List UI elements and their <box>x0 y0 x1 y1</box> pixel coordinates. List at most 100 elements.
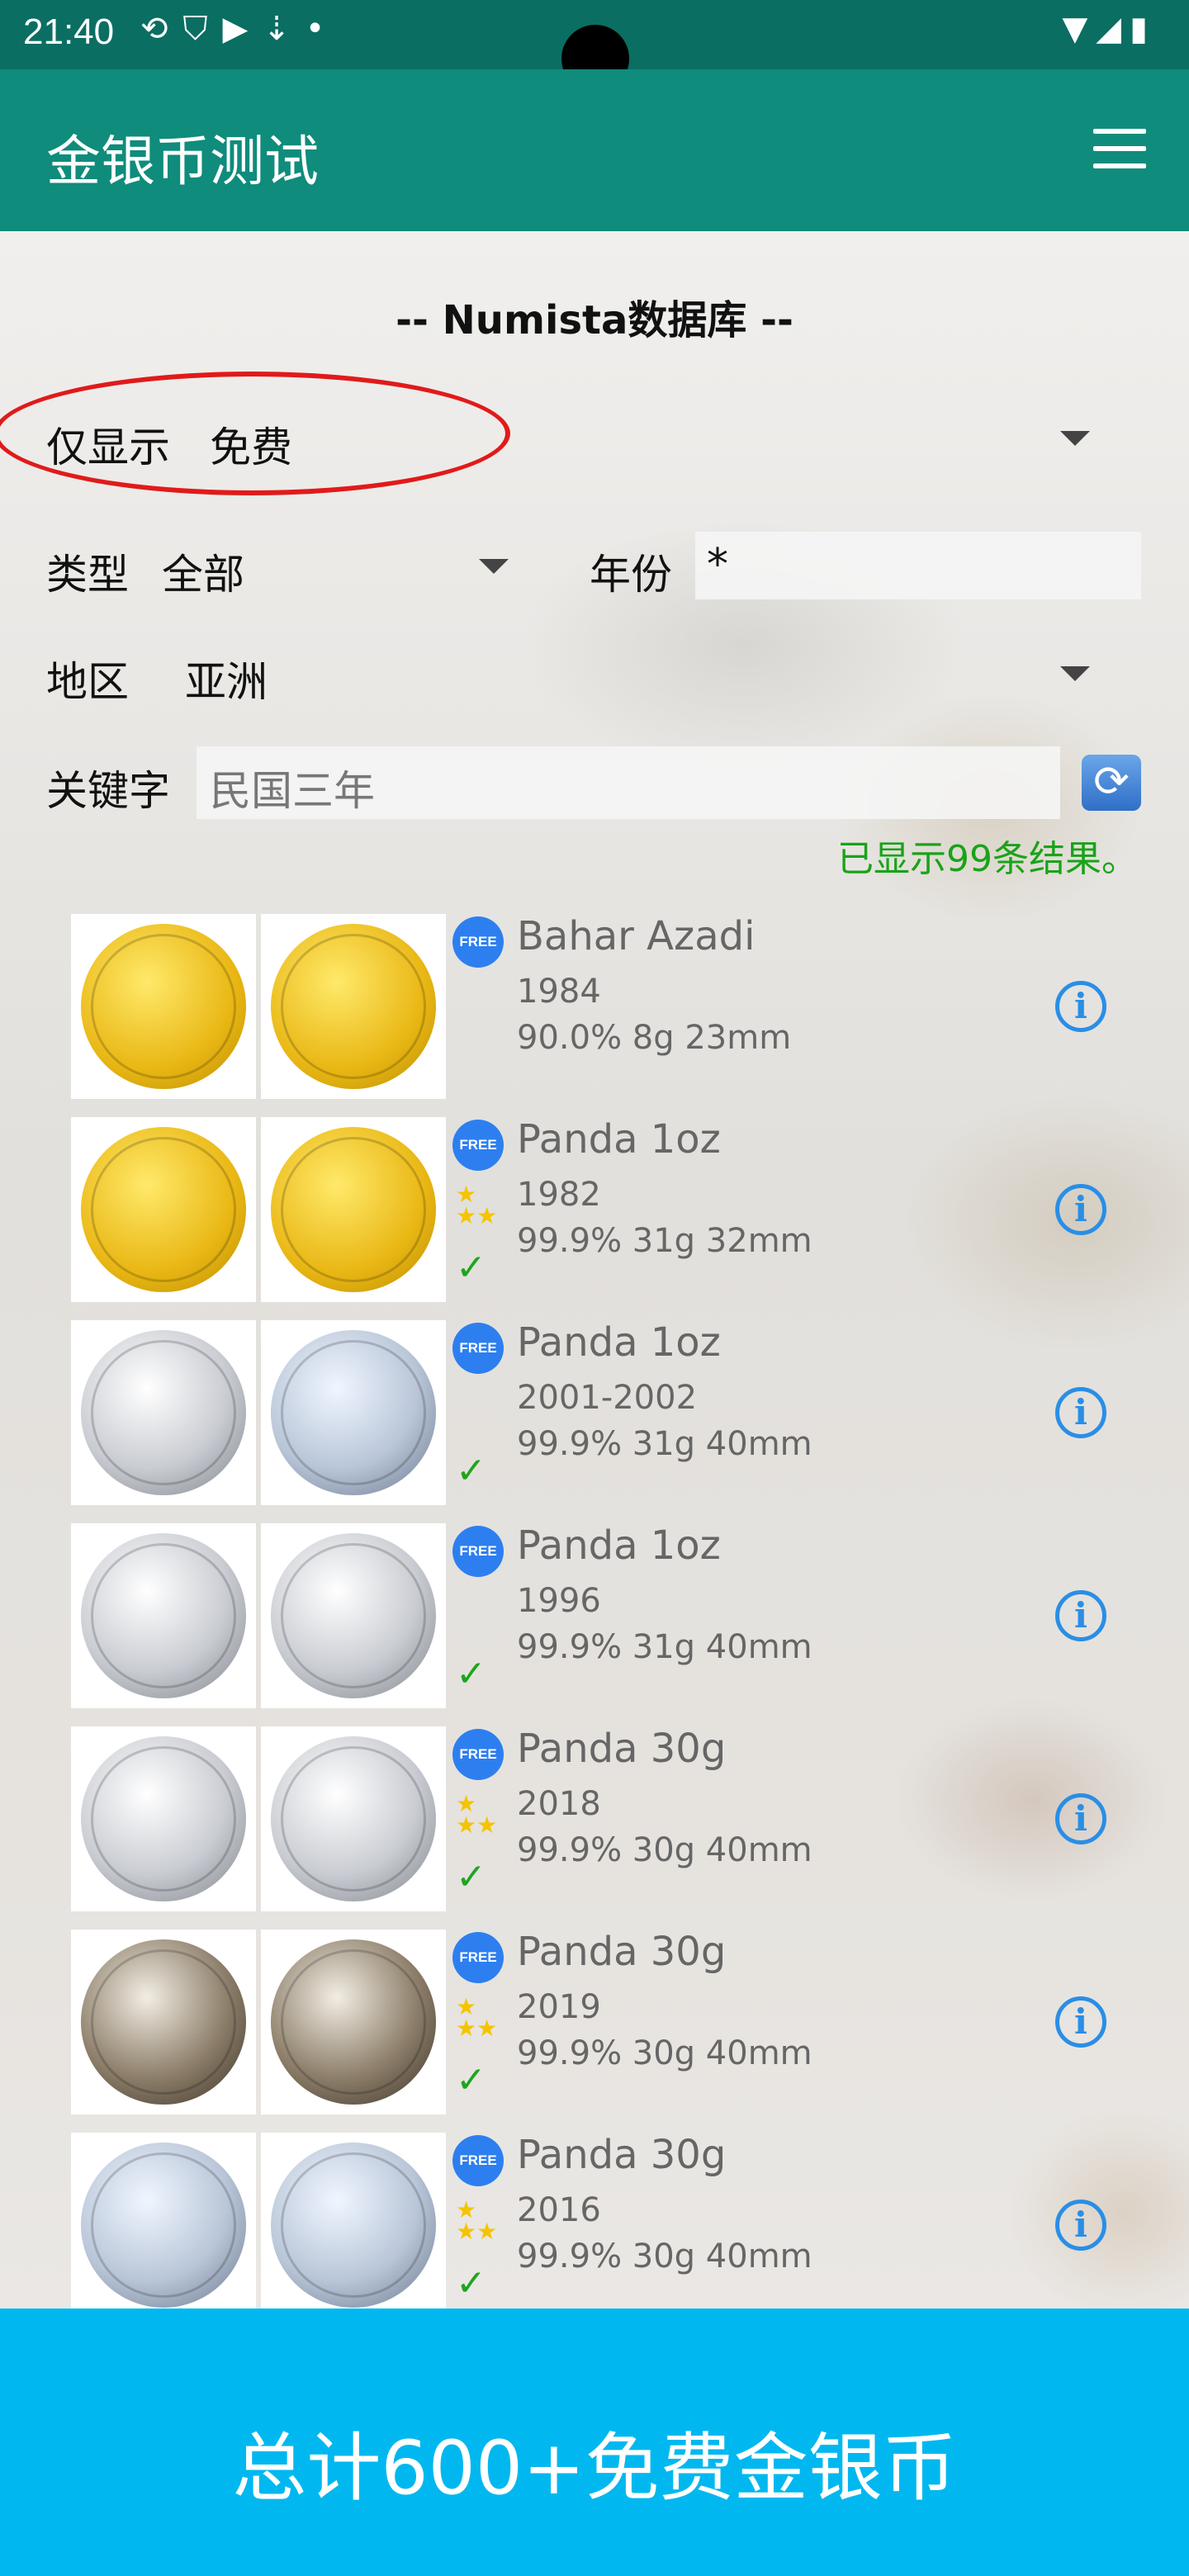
list-item[interactable]: FREE ★ ★★ ✓ Panda 30g 2019 99.9% 30g 40mm i <box>0 1927 1189 2117</box>
coin-year: 2001-2002 <box>517 1379 698 1417</box>
info-icon[interactable]: i <box>1055 1387 1106 1438</box>
chevron-down-icon[interactable] <box>1060 666 1090 681</box>
status-bar: 21:40 ⟲⛉▶⇣• ▼◢▮ <box>0 0 1189 92</box>
coin-obverse-thumbnail[interactable] <box>71 1930 256 2114</box>
coin-specs: 99.9% 30g 40mm <box>517 2237 812 2275</box>
list-item[interactable]: FREE ★ ★★ ✓ Panda 30g 2018 99.9% 30g 40mm i <box>0 1724 1189 1914</box>
checkmark-icon: ✓ <box>456 2059 486 2101</box>
checkmark-icon: ✓ <box>456 2262 486 2304</box>
checkmark-icon: ✓ <box>456 1247 486 1289</box>
refresh-icon[interactable]: ⟳ <box>1082 755 1141 811</box>
coin-image <box>81 2143 246 2308</box>
battery-icon: ▮ <box>1129 10 1156 48</box>
keyword-input[interactable]: 民国三年 <box>197 746 1060 819</box>
wifi-icon: ▼ <box>1062 10 1097 48</box>
coin-title: Panda 30g <box>517 1726 727 1772</box>
download-icon: ⇣ <box>263 10 306 48</box>
coin-image <box>81 1533 246 1698</box>
rating-stars-icon: ★ ★★ <box>456 1181 498 1229</box>
info-icon[interactable]: i <box>1055 1793 1106 1844</box>
coin-title: Panda 1oz <box>517 1116 721 1163</box>
coin-year: 2019 <box>517 1988 601 2026</box>
status-time: 21:40 <box>23 12 115 52</box>
list-item[interactable]: FREE ★ ★★ ✓ Panda 1oz 1982 99.9% 31g 32mm i <box>0 1115 1189 1305</box>
app-bar: 金银币测试 <box>0 69 1189 231</box>
coin-reverse-thumbnail[interactable] <box>261 1930 446 2114</box>
list-item[interactable]: FREE ★ ★★ ✓ Panda 30g 2016 99.9% 30g 40mm i <box>0 2130 1189 2320</box>
shield-icon: ⛉ <box>182 10 223 48</box>
show-only-dropdown[interactable]: 免费 <box>210 414 292 474</box>
coin-image <box>271 1127 436 1292</box>
coin-year: 1982 <box>517 1176 601 1214</box>
coin-image <box>271 1330 436 1495</box>
coin-image <box>81 1127 246 1292</box>
coin-specs: 99.9% 30g 40mm <box>517 1831 812 1869</box>
type-label: 类型 <box>46 551 129 599</box>
info-icon[interactable]: i <box>1055 981 1106 1032</box>
coin-specs: 99.9% 31g 32mm <box>517 1222 812 1260</box>
coin-reverse-thumbnail[interactable] <box>261 914 446 1099</box>
list-item[interactable]: FREE Bahar Azadi 1984 90.0% 8g 23mm i <box>0 912 1189 1101</box>
coin-year: 2018 <box>517 1785 601 1823</box>
sync-icon: ⟲ <box>140 10 183 48</box>
coin-specs: 99.9% 31g 40mm <box>517 1628 812 1666</box>
free-badge-icon: FREE <box>452 1729 504 1780</box>
coin-obverse-thumbnail[interactable] <box>71 914 256 1099</box>
promo-banner[interactable]: 总计600+免费金银币 <box>0 2308 1189 2576</box>
year-input[interactable]: * <box>695 532 1141 599</box>
year-label: 年份 <box>590 551 672 599</box>
checkmark-icon: ✓ <box>456 1856 486 1898</box>
coin-reverse-thumbnail[interactable] <box>261 1726 446 1911</box>
signal-icon: ◢ <box>1096 10 1130 48</box>
coin-specs: 99.9% 30g 40mm <box>517 2034 812 2072</box>
dot-icon: • <box>305 10 340 48</box>
coin-reverse-thumbnail[interactable] <box>261 2133 446 2318</box>
keyword-label: 关键字 <box>46 767 170 815</box>
free-badge-icon: FREE <box>452 1323 504 1374</box>
free-badge-icon: FREE <box>452 2135 504 2186</box>
region-label: 地区 <box>46 658 129 706</box>
coin-title: Panda 1oz <box>517 1522 721 1569</box>
info-icon[interactable]: i <box>1055 1184 1106 1235</box>
info-icon[interactable]: i <box>1055 1996 1106 2048</box>
show-only-label: 仅显示 <box>46 424 170 471</box>
status-icons: ⟲⛉▶⇣• <box>140 10 339 48</box>
list-item[interactable]: FREE ✓ Panda 1oz 1996 99.9% 31g 40mm i <box>0 1521 1189 1711</box>
hamburger-menu-icon[interactable] <box>1093 129 1146 172</box>
database-title: -- Numista数据库 -- <box>396 297 793 343</box>
coin-image <box>271 924 436 1089</box>
coin-obverse-thumbnail[interactable] <box>71 1523 256 1708</box>
coin-reverse-thumbnail[interactable] <box>261 1320 446 1505</box>
rating-stars-icon: ★ ★★ <box>456 2196 498 2245</box>
info-icon[interactable]: i <box>1055 1590 1106 1641</box>
banner-text: 总计600+免费金银币 <box>232 2425 957 2512</box>
free-badge-icon: FREE <box>452 916 504 968</box>
coin-reverse-thumbnail[interactable] <box>261 1523 446 1708</box>
list-item[interactable]: FREE ✓ Panda 1oz 2001-2002 99.9% 31g 40mm i <box>0 1318 1189 1508</box>
app-title: 金银币测试 <box>46 130 319 193</box>
chevron-down-icon[interactable] <box>1060 431 1090 446</box>
type-dropdown[interactable]: 全部 <box>162 542 244 601</box>
coin-obverse-thumbnail[interactable] <box>71 1117 256 1302</box>
coin-obverse-thumbnail[interactable] <box>71 1726 256 1911</box>
coin-image <box>271 1939 436 2105</box>
coin-title: Bahar Azadi <box>517 913 756 959</box>
coin-specs: 99.9% 31g 40mm <box>517 1425 812 1463</box>
coin-image <box>81 1736 246 1901</box>
coin-obverse-thumbnail[interactable] <box>71 1320 256 1505</box>
free-badge-icon: FREE <box>452 1120 504 1171</box>
coin-specs: 90.0% 8g 23mm <box>517 1019 792 1057</box>
coin-year: 2016 <box>517 2191 601 2229</box>
chevron-down-icon[interactable] <box>479 559 509 574</box>
coin-year: 1996 <box>517 1582 601 1620</box>
free-badge-icon: FREE <box>452 1932 504 1983</box>
coin-image <box>81 1330 246 1495</box>
checkmark-icon: ✓ <box>456 1653 486 1695</box>
info-icon[interactable]: i <box>1055 2200 1106 2251</box>
region-dropdown[interactable]: 亚洲 <box>185 649 268 708</box>
result-count: 已显示99条结果。 <box>837 838 1138 880</box>
play-icon: ▶ <box>222 10 263 48</box>
coin-obverse-thumbnail[interactable] <box>71 2133 256 2318</box>
coin-reverse-thumbnail[interactable] <box>261 1117 446 1302</box>
coin-image <box>271 1736 436 1901</box>
